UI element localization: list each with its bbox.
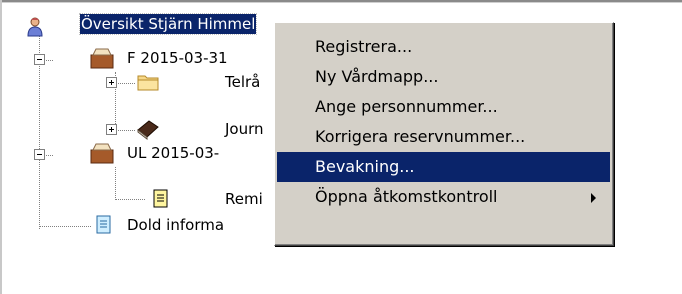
folder-icon — [137, 72, 159, 92]
submenu-arrow-icon — [591, 193, 596, 203]
menu-item-bevakning[interactable]: Bevakning... — [277, 152, 610, 182]
tree-connector — [115, 167, 116, 200]
document-yellow-icon — [152, 188, 174, 208]
tree-node-overview[interactable]: Översikt Stjärn Himmel — [78, 13, 258, 35]
tree-node-label[interactable]: Telrå — [225, 72, 260, 92]
tree-connector — [115, 199, 145, 200]
expand-button[interactable] — [106, 77, 117, 88]
menu-item-oppna-atkomstkontroll[interactable]: Öppna åtkomstkontroll — [277, 182, 610, 212]
menu-item-korrigera-reservnummer[interactable]: Korrigera reservnummer... — [277, 122, 610, 152]
tree-connector — [115, 130, 135, 131]
tree-node-label[interactable]: Remi — [225, 189, 263, 209]
tree-connector — [39, 226, 91, 227]
tree-node-label[interactable]: UL 2015-03- — [127, 143, 219, 163]
folder-box-icon — [90, 47, 114, 69]
menu-item-ange-personnummer[interactable]: Ange personnummer... — [277, 92, 610, 122]
menu-item-registrera[interactable]: Registrera... — [277, 32, 610, 62]
user-icon — [24, 16, 46, 37]
collapse-button[interactable] — [34, 149, 45, 160]
document-blue-icon — [95, 214, 117, 234]
tree-node-label[interactable]: F 2015-03-31 — [127, 48, 228, 68]
expand-button[interactable] — [106, 124, 117, 135]
context-menu: Registrera... Ny Vårdmapp... Ange person… — [274, 22, 614, 246]
collapse-button[interactable] — [34, 54, 45, 65]
book-icon — [136, 118, 159, 141]
tree-node-label[interactable]: Dold informa — [127, 215, 224, 235]
menu-item-ny-vardmapp[interactable]: Ny Vårdmapp... — [277, 62, 610, 92]
menu-item-label: Öppna åtkomstkontroll — [315, 187, 498, 206]
tree-node-label[interactable]: Journ — [225, 119, 264, 139]
folder-box-icon — [90, 142, 114, 164]
tree-connector — [115, 83, 135, 84]
